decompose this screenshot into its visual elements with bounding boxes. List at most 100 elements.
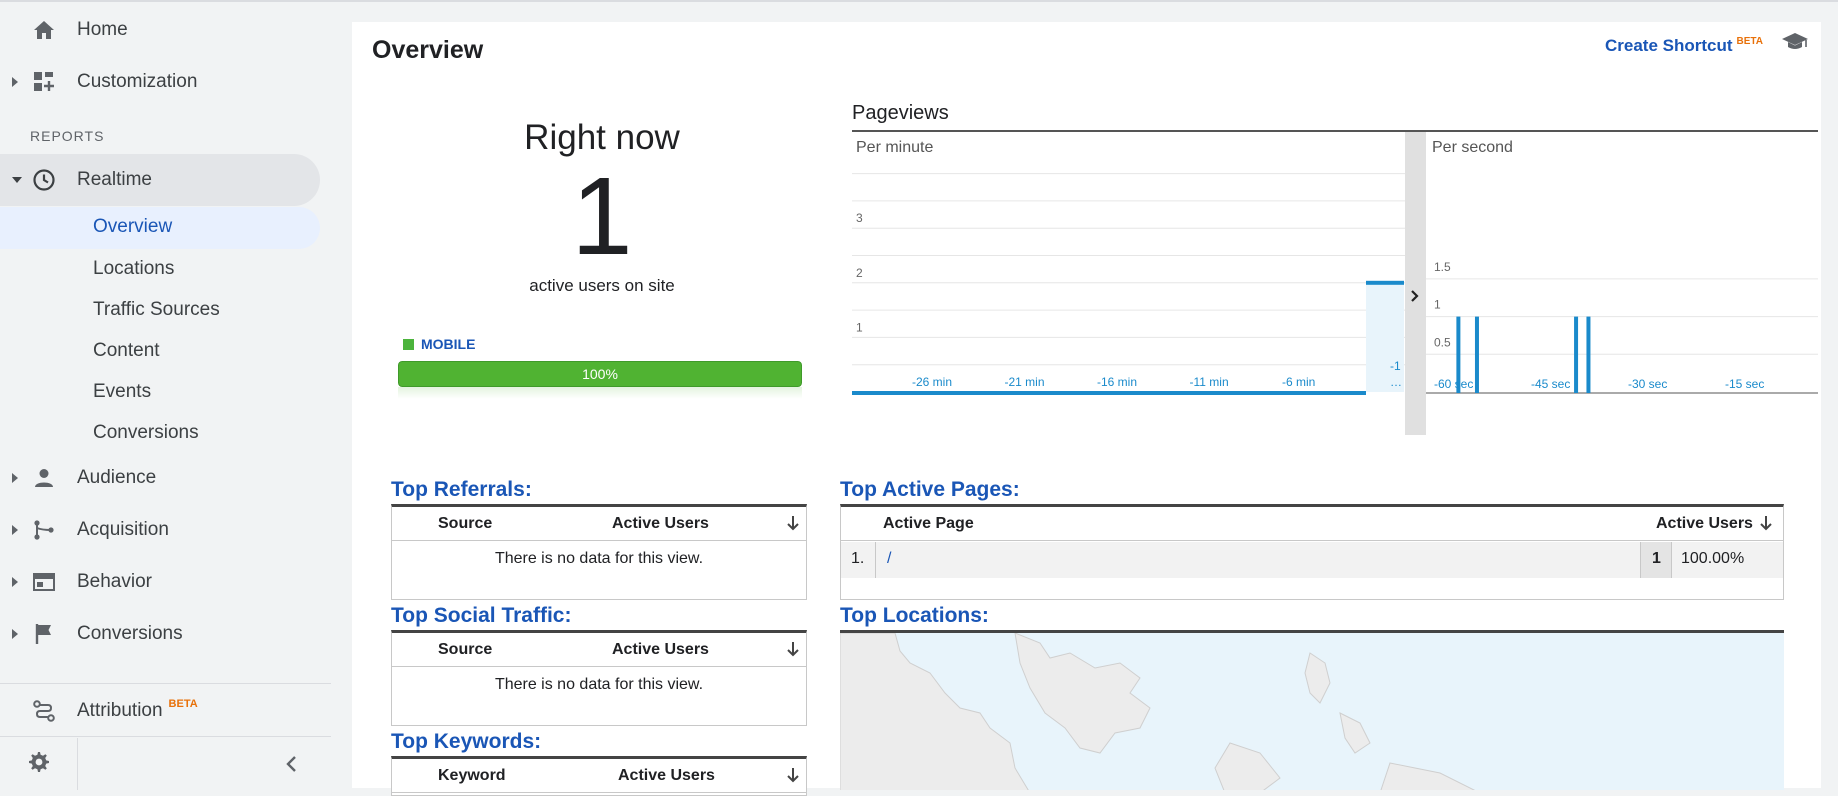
per-second-label: Per second (1432, 139, 1513, 156)
per-minute-label: Per minute (856, 139, 933, 156)
row-index: 1. (851, 550, 865, 567)
settings-button[interactable] (0, 738, 78, 790)
sidebar: Home Customization REPORTS Realtime Over… (0, 2, 331, 790)
sidebar-item-behavior[interactable]: Behavior (0, 560, 320, 604)
sort-down-icon[interactable] (786, 514, 800, 532)
graduation-cap-icon[interactable] (1781, 30, 1809, 59)
top-keywords-title: Top Keywords: (391, 730, 542, 753)
caret-right-icon (12, 77, 18, 87)
collapse-sidebar-button[interactable] (284, 754, 298, 779)
dashboard-icon (32, 70, 56, 94)
cell-divider (1671, 542, 1672, 578)
sidebar-item-realtime[interactable]: Realtime (0, 158, 320, 202)
page-link[interactable]: / (887, 550, 891, 568)
col-source[interactable]: Source (438, 641, 492, 659)
col-active-users[interactable]: Active Users (1656, 515, 1753, 533)
y-tick-label: 1.5 (1434, 260, 1451, 274)
sidebar-item-label: Home (77, 19, 128, 40)
table-header: Source Active Users (392, 507, 806, 541)
bar (1586, 316, 1591, 393)
device-legend: MOBILE (403, 336, 475, 352)
sort-down-icon[interactable] (786, 766, 800, 784)
pageviews-title: Pageviews (852, 102, 949, 124)
reports-section-label: REPORTS (30, 128, 105, 144)
caret-down-icon (12, 177, 22, 183)
sidebar-item-customization[interactable]: Customization (0, 60, 320, 104)
sidebar-subitem-content[interactable]: Content (93, 340, 160, 362)
attribution-icon (32, 699, 56, 723)
sidebar-item-label: Realtime (77, 169, 152, 190)
table-row: There is no data for this view. (392, 668, 806, 704)
top-active-pages-table: Active Page Active Users 1. / 1 100.00% (840, 504, 1784, 600)
row-users: 1 (1652, 550, 1661, 567)
x-tick-label: -60 sec (1434, 377, 1473, 391)
locations-map[interactable] (840, 630, 1784, 790)
bar (1474, 316, 1479, 393)
sidebar-item-label: Acquisition (77, 519, 169, 540)
sidebar-subitem-locations[interactable]: Locations (93, 258, 174, 280)
sidebar-item-acquisition[interactable]: Acquisition (0, 508, 320, 552)
sidebar-subitem-conversions[interactable]: Conversions (93, 422, 199, 444)
col-active-users[interactable]: Active Users (618, 767, 715, 785)
sidebar-item-home[interactable]: Home (0, 8, 320, 52)
top-locations-title: Top Locations: (840, 604, 989, 627)
sidebar-divider (0, 736, 331, 737)
col-source[interactable]: Source (438, 515, 492, 533)
x-tick-label: -16 min (1097, 375, 1137, 389)
sidebar-item-conversions[interactable]: Conversions (0, 612, 320, 656)
x-tick-label: -26 min (912, 375, 952, 389)
table-header: Source Active Users (392, 633, 806, 667)
sidebar-item-label: Audience (77, 467, 157, 488)
sidebar-subitem-events[interactable]: Events (93, 381, 151, 403)
browser-window-icon (32, 570, 56, 594)
legend-swatch (403, 338, 414, 350)
chart-splitter[interactable] (1405, 132, 1426, 435)
x-tick-label: -21 min (1005, 375, 1045, 389)
empty-message: There is no data for this view. (494, 676, 704, 693)
x-tick-label: -11 min (1190, 375, 1229, 389)
subitem-label: Overview (93, 216, 173, 237)
home-icon (32, 18, 56, 42)
sidebar-item-label: Attribution BETA (77, 698, 198, 722)
y-tick-label: 0.5 (1434, 335, 1451, 349)
active-user-count: 1 (571, 155, 633, 278)
caret-right-icon (12, 629, 18, 639)
device-label: MOBILE (421, 336, 476, 352)
sidebar-subitem-overview[interactable]: Overview (0, 207, 320, 249)
pageviews-chart: Per minute Per second 1 2 3 -26 min -21 min… (852, 130, 1818, 435)
x-tick-label: -15 sec (1725, 377, 1764, 391)
sidebar-item-attribution[interactable]: Attribution BETA (0, 689, 320, 733)
top-keywords-table: Keyword Active Users (391, 756, 807, 796)
sort-down-icon[interactable] (786, 640, 800, 658)
create-shortcut-link[interactable]: Create Shortcut BETA (1605, 36, 1763, 56)
caret-right-icon (12, 577, 18, 587)
table-header: Active Page Active Users (841, 507, 1783, 541)
row-percent: 100.00% (1681, 550, 1745, 567)
col-active-users[interactable]: Active Users (612, 515, 709, 533)
device-percent: 100% (582, 366, 618, 382)
create-shortcut-label: Create Shortcut (1604, 36, 1733, 55)
y-tick-label: 2 (856, 266, 863, 280)
sidebar-item-label: Conversions (77, 623, 183, 644)
top-social-table: Source Active Users There is no data for… (391, 630, 807, 726)
col-active-users[interactable]: Active Users (612, 641, 709, 659)
sidebar-item-label: Behavior (77, 571, 152, 592)
caret-right-icon (12, 473, 18, 483)
map-land (840, 633, 1476, 790)
col-active-page[interactable]: Active Page (883, 515, 974, 533)
page-title: Overview (372, 36, 484, 64)
sidebar-divider (0, 683, 331, 684)
x-tick-label: -6 min (1282, 375, 1315, 389)
col-keyword[interactable]: Keyword (438, 767, 506, 785)
flag-icon (32, 622, 56, 646)
bar-top (1366, 280, 1404, 285)
sidebar-item-audience[interactable]: Audience (0, 456, 320, 500)
sidebar-subitem-traffic-sources[interactable]: Traffic Sources (93, 299, 220, 321)
caret-right-icon (12, 525, 18, 535)
sort-down-icon[interactable] (1759, 514, 1773, 532)
top-active-pages-title: Top Active Pages: (840, 478, 1020, 501)
attribution-label: Attribution (77, 700, 163, 721)
person-icon (32, 466, 56, 490)
fork-icon (32, 518, 56, 542)
device-progress-bar: 100% (398, 361, 802, 387)
